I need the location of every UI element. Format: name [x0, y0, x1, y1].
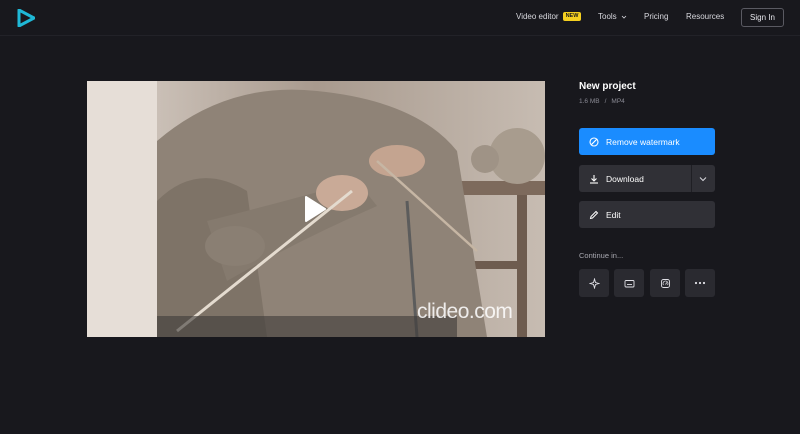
button-divider	[691, 165, 692, 192]
sign-in-button[interactable]: Sign In	[741, 8, 784, 27]
chevron-down-icon[interactable]	[699, 175, 707, 183]
continue-subtitles-button[interactable]	[614, 269, 644, 297]
continue-speed-button[interactable]	[650, 269, 680, 297]
play-icon[interactable]	[304, 196, 326, 222]
nav-tools-label: Tools	[598, 12, 617, 21]
download-label: Download	[606, 173, 644, 184]
meta-separator: /	[604, 98, 607, 105]
file-size: 1.6 MB	[579, 98, 600, 105]
remove-watermark-label: Remove watermark	[606, 136, 680, 147]
watermark-text: clideo.com	[417, 300, 513, 323]
top-navigation: Video editor NEW Tools Pricing Resources…	[0, 0, 800, 36]
download-button[interactable]: Download	[579, 165, 715, 192]
file-format: MP4	[611, 98, 625, 105]
nav-resources[interactable]: Resources	[686, 12, 724, 21]
subtitles-icon	[624, 279, 634, 287]
no-entry-icon	[589, 136, 599, 147]
edit-button[interactable]: Edit	[579, 201, 715, 228]
project-title: New project	[579, 81, 636, 92]
nav-pricing[interactable]: Pricing	[644, 12, 668, 21]
clideo-logo-icon[interactable]	[17, 9, 35, 27]
edit-label: Edit	[606, 209, 621, 220]
nav-video-editor-label: Video editor	[516, 12, 559, 21]
more-icon	[694, 281, 706, 285]
download-icon	[590, 174, 598, 184]
project-meta: 1.6 MB / MP4	[579, 98, 625, 105]
pencil-icon	[589, 210, 599, 219]
nav-tools-dropdown[interactable]: Tools	[598, 12, 627, 21]
new-badge: NEW	[562, 12, 582, 21]
continue-in-label: Continue in...	[579, 251, 624, 260]
continue-more-button[interactable]	[685, 269, 715, 297]
remove-watermark-button[interactable]: Remove watermark	[579, 128, 715, 155]
continue-sparkle-button[interactable]	[579, 269, 609, 297]
speed-icon	[660, 278, 670, 288]
nav-video-editor[interactable]: Video editor NEW	[516, 12, 582, 21]
sparkle-icon	[588, 277, 600, 289]
chevron-down-icon	[621, 15, 626, 19]
